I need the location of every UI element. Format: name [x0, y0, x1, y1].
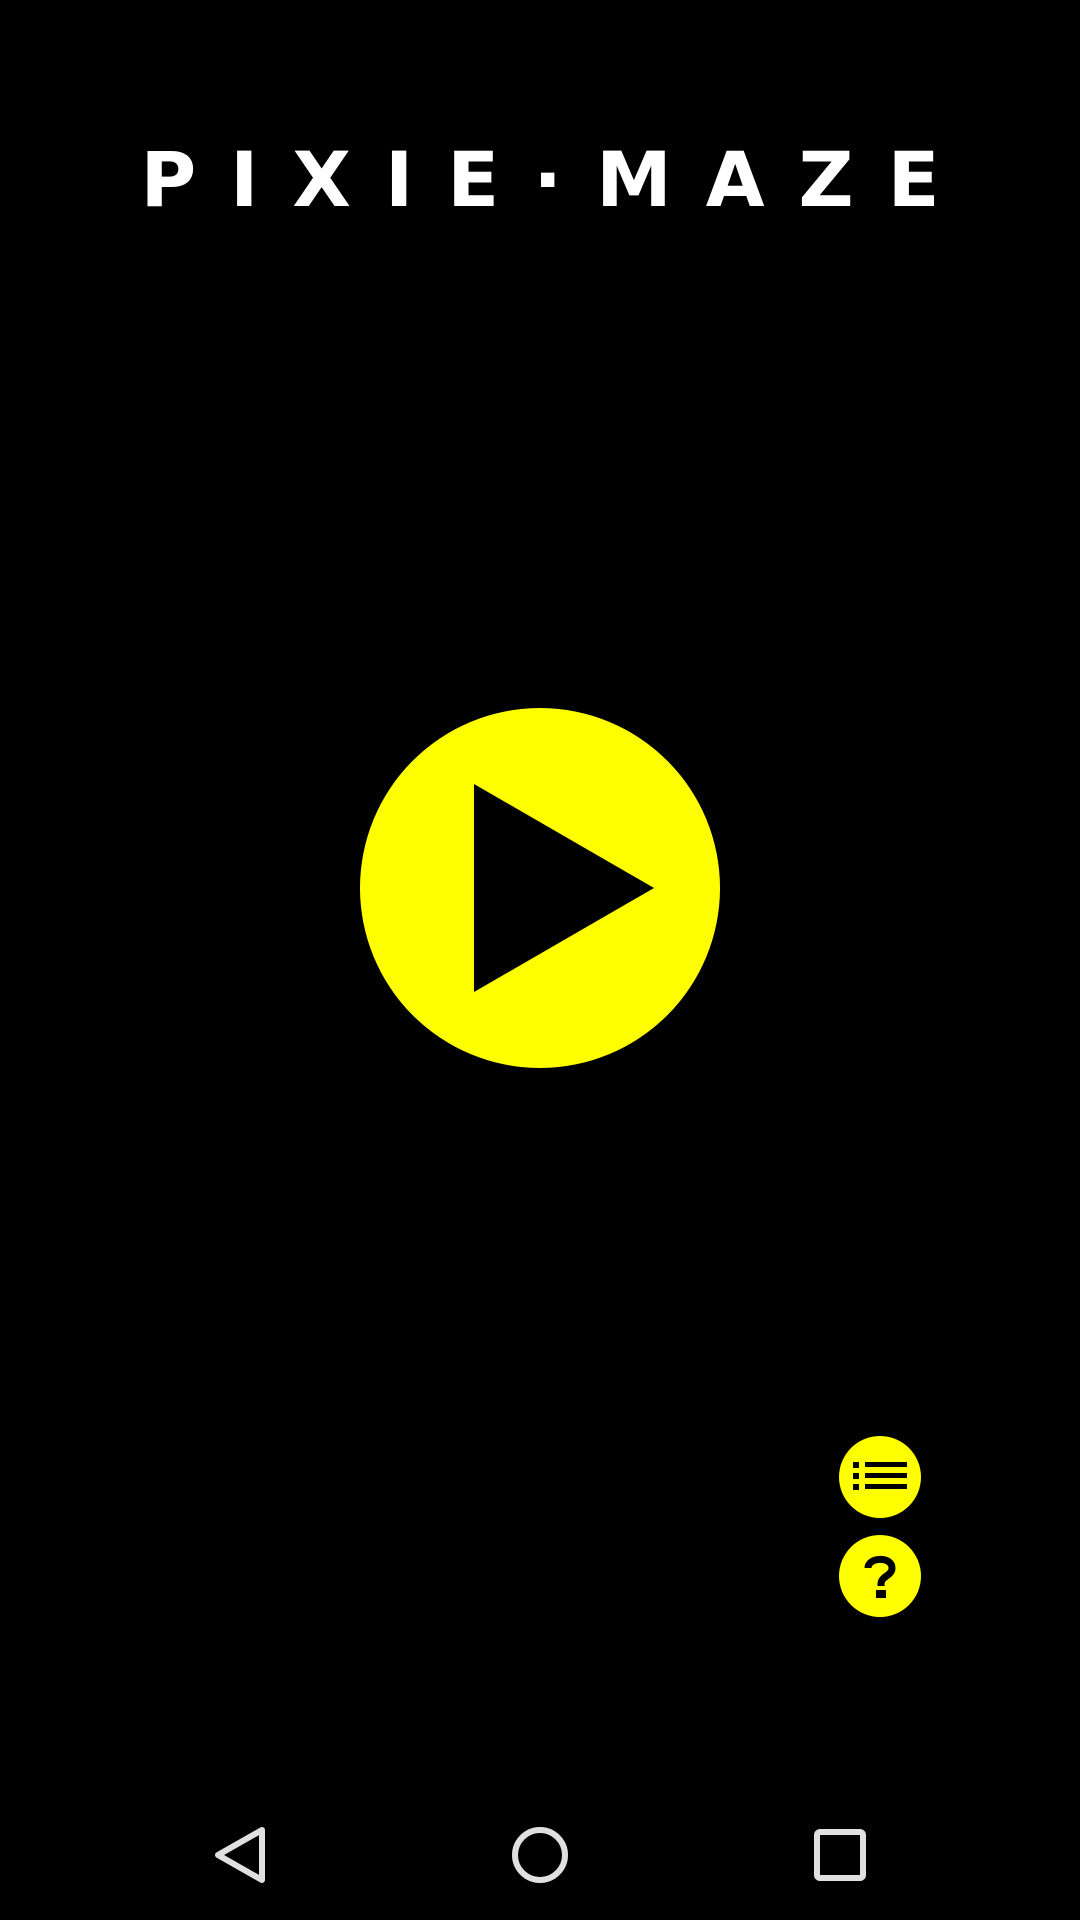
help-button[interactable]: [839, 1535, 921, 1617]
back-triangle-icon: [215, 1827, 265, 1883]
help-icon: [864, 1555, 896, 1598]
nav-recents-button[interactable]: [795, 1810, 885, 1900]
system-nav-bar: [0, 1790, 1080, 1920]
level-list-button[interactable]: [839, 1436, 921, 1518]
nav-back-button[interactable]: [195, 1810, 285, 1900]
play-button[interactable]: [360, 708, 720, 1068]
nav-home-button[interactable]: [495, 1810, 585, 1900]
play-icon: [474, 784, 654, 992]
list-icon: [853, 1462, 907, 1490]
recents-square-icon: [814, 1829, 866, 1881]
game-title: PIXIE·MAZE: [140, 135, 974, 224]
home-circle-icon: [512, 1827, 568, 1883]
